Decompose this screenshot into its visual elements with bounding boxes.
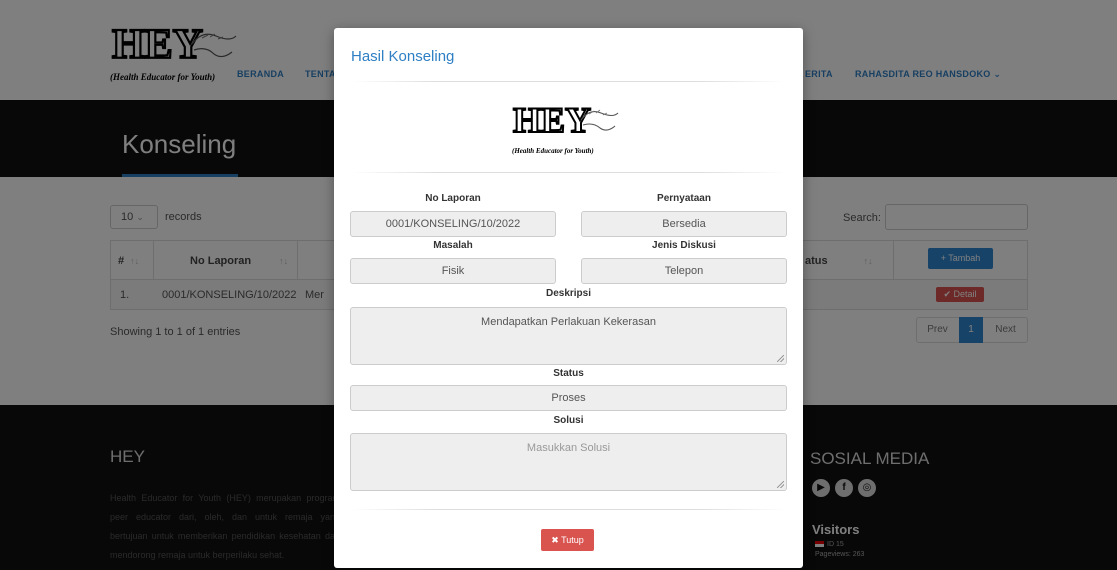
status-label: Status: [553, 368, 584, 379]
no-laporan-label: No Laporan: [425, 193, 481, 204]
masalah-field[interactable]: Fisik: [350, 258, 556, 284]
logo-tagline: (Health Educator for Youth): [512, 147, 594, 155]
deskripsi-label: Deskripsi: [545, 288, 592, 299]
solusi-textarea[interactable]: Masukkan Solusi: [350, 433, 787, 491]
pernyataan-label: Pernyataan: [657, 193, 711, 204]
resize-grip-icon[interactable]: [777, 355, 784, 362]
solusi-placeholder: Masukkan Solusi: [526, 442, 611, 454]
deskripsi-value: Mendapatkan Perlakuan Kekerasan: [481, 316, 656, 328]
pernyataan-field[interactable]: Bersedia: [581, 211, 787, 237]
jenis-diskusi-field[interactable]: Telepon: [581, 258, 787, 284]
modal-logo: HEY (Health Educator for Youth): [511, 94, 621, 160]
close-button[interactable]: ✖ Tutup: [541, 529, 594, 551]
resize-grip-icon[interactable]: [777, 481, 784, 488]
modal-title: Hasil Konseling: [351, 48, 455, 65]
deskripsi-textarea[interactable]: Mendapatkan Perlakuan Kekerasan: [350, 307, 787, 365]
logo-lettering: HEY: [513, 100, 591, 140]
logo-graphic-icon: HEY: [512, 99, 619, 141]
modal-divider: [351, 81, 786, 82]
modal-divider: [351, 172, 786, 173]
no-laporan-field[interactable]: 0001/KONSELING/10/2022: [350, 211, 556, 237]
masalah-label: Masalah: [433, 240, 473, 251]
solusi-label: Solusi: [553, 415, 584, 426]
hasil-konseling-modal: Hasil Konseling HEY (Health Educator for…: [334, 28, 803, 568]
jenis-diskusi-label: Jenis Diskusi: [652, 240, 716, 251]
status-field[interactable]: Proses: [350, 385, 787, 411]
modal-divider: [351, 509, 786, 510]
